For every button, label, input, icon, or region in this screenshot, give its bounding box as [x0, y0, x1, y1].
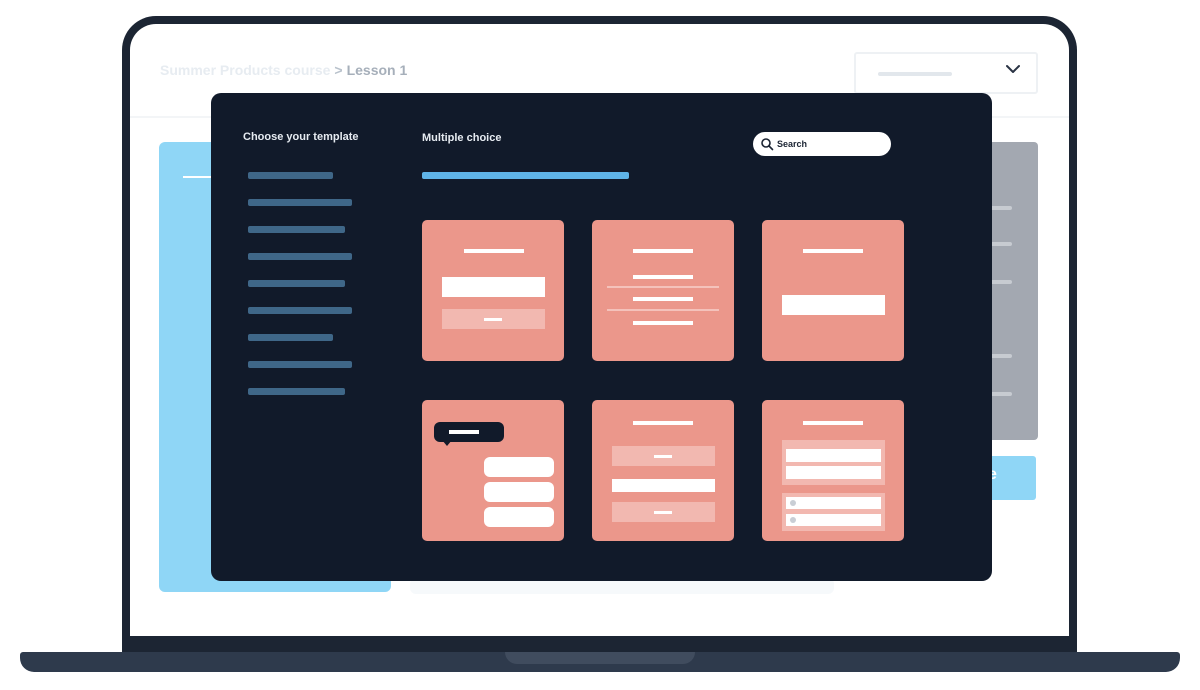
laptop-notch: [505, 652, 695, 664]
template-chooser-modal: Choose your template Multiple choice: [211, 93, 992, 581]
template-category-item[interactable]: [248, 199, 352, 206]
template-category-item[interactable]: [248, 172, 333, 179]
template-button-line: [484, 318, 502, 321]
template-bubble-tail: [442, 440, 452, 446]
template-category-item[interactable]: [248, 280, 345, 287]
template-option-line: [654, 511, 672, 514]
template-card-5[interactable]: [592, 400, 734, 541]
template-category-item[interactable]: [248, 334, 333, 341]
template-bubble-line: [449, 430, 479, 434]
template-title-line: [633, 421, 693, 425]
template-checkbox-dot: [790, 517, 796, 523]
template-input-block: [442, 277, 545, 297]
template-reply-option: [484, 457, 554, 477]
template-card-4[interactable]: [422, 400, 564, 541]
template-category-item-active[interactable]: [248, 253, 352, 260]
template-card-2[interactable]: [592, 220, 734, 361]
template-reply-option: [484, 482, 554, 502]
template-input-block: [782, 295, 885, 315]
breadcrumb-course[interactable]: Summer Products course: [160, 62, 330, 78]
template-category-list: [248, 172, 352, 415]
template-checkbox-row: [786, 514, 881, 526]
search-icon: [761, 138, 774, 151]
top-dropdown[interactable]: [854, 52, 1038, 94]
template-divider: [607, 286, 719, 288]
section-title: Multiple choice: [422, 132, 502, 144]
chevron-down-icon: [1006, 65, 1020, 73]
template-card-6[interactable]: [762, 400, 904, 541]
template-title-line: [464, 249, 524, 253]
template-checkbox-dot: [790, 500, 796, 506]
template-category-item[interactable]: [248, 226, 345, 233]
template-card-3[interactable]: [762, 220, 904, 361]
template-category-item[interactable]: [248, 307, 352, 314]
template-card-1[interactable]: [422, 220, 564, 361]
template-field: [786, 466, 881, 479]
template-reply-option: [484, 507, 554, 527]
search-box[interactable]: [753, 132, 891, 156]
dropdown-placeholder-bar: [878, 72, 952, 76]
template-field: [786, 449, 881, 462]
template-selected-block: [612, 479, 715, 492]
breadcrumb: Summer Products course > Lesson 1: [160, 62, 407, 78]
template-checkbox-row: [786, 497, 881, 509]
breadcrumb-separator: >: [334, 62, 343, 78]
template-category-item[interactable]: [248, 388, 345, 395]
section-underline: [422, 172, 629, 179]
search-input[interactable]: [777, 135, 881, 153]
template-title-line: [803, 421, 863, 425]
template-option-line: [633, 275, 693, 279]
template-divider: [607, 309, 719, 311]
template-title-line: [803, 249, 863, 253]
breadcrumb-lesson: Lesson 1: [346, 62, 408, 78]
template-option-line: [654, 455, 672, 458]
template-option-line: [633, 321, 693, 325]
template-title-line: [633, 249, 693, 253]
sidebar-title: Choose your template: [243, 131, 359, 143]
template-option-line: [633, 297, 693, 301]
template-category-item[interactable]: [248, 361, 352, 368]
